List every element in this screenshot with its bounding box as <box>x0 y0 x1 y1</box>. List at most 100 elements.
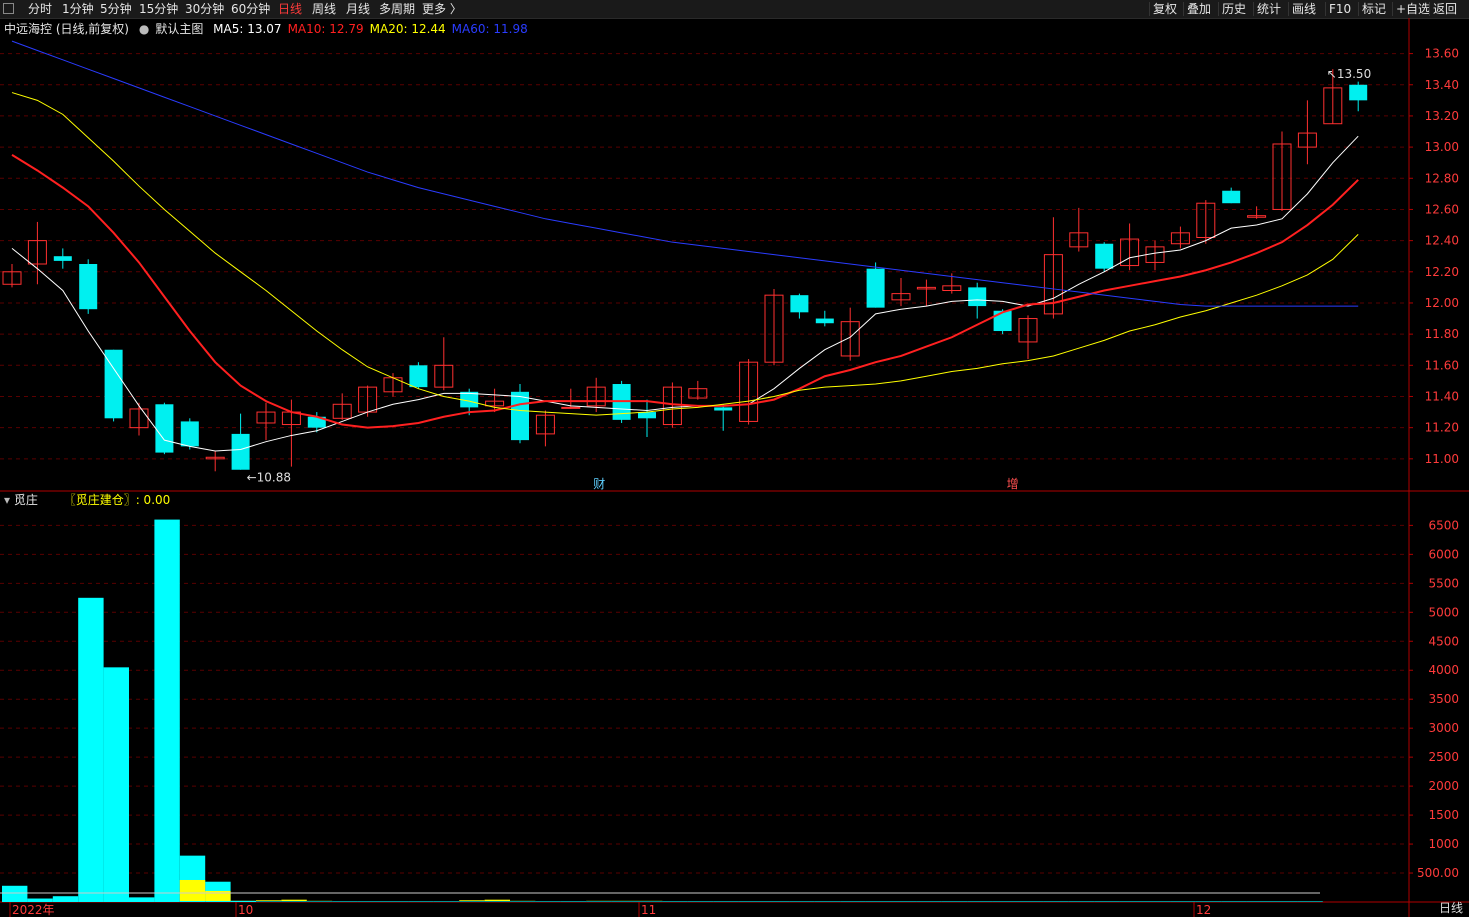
candle-body-down <box>638 412 656 419</box>
y-tick-label: 12.60 <box>1425 202 1459 216</box>
volume-bar-cyan <box>230 900 256 902</box>
ma-line-MA5 <box>11 135 1359 452</box>
volume-bar-yellow <box>281 899 307 901</box>
y-tick-label: 11.20 <box>1425 421 1459 435</box>
candle-body-down <box>231 433 250 470</box>
x-tick-label: 10 <box>238 903 253 917</box>
volume-bar-cyan <box>281 901 307 902</box>
y-tick-label: 13.20 <box>1425 109 1459 123</box>
y-tick-label: 13.40 <box>1425 78 1459 92</box>
candle-body-down <box>968 287 987 307</box>
volume-bar-cyan <box>383 901 409 902</box>
volume-bar-cyan <box>1246 901 1272 902</box>
volume-bar-cyan <box>1119 901 1145 902</box>
candle-body-down <box>180 421 199 447</box>
volume-bar-cyan <box>1272 901 1298 902</box>
volume-bar-cyan <box>1094 901 1120 902</box>
volume-bar-cyan <box>738 901 764 902</box>
candle-body-down <box>993 310 1012 332</box>
candle-body-down <box>1222 190 1241 204</box>
volume-bar-cyan <box>941 901 968 902</box>
volume-bar-cyan <box>484 901 510 902</box>
candle-body-down <box>815 318 834 324</box>
low-price-label: ←10.88 <box>247 471 291 485</box>
candle-body-down <box>714 407 733 411</box>
y-tick-label: 5000 <box>1428 605 1459 619</box>
volume-bar-cyan <box>1221 901 1247 902</box>
volume-bar-cyan <box>814 901 841 902</box>
candle-body-up <box>561 406 581 409</box>
volume-bar-cyan <box>611 901 637 902</box>
period-indicator: 日线 <box>1438 901 1463 915</box>
ma-line-MA10 <box>11 154 1359 429</box>
candle-body-down <box>1349 84 1368 101</box>
volume-bar-cyan <box>510 901 536 902</box>
volume-bar-cyan <box>1018 901 1044 902</box>
volume-bar-cyan <box>1195 901 1222 902</box>
candle-body-down <box>790 295 809 313</box>
y-tick-label: 6000 <box>1428 547 1459 561</box>
volume-bar-cyan <box>27 898 53 902</box>
volume-bar-cyan <box>1043 901 1069 902</box>
y-tick-label: 2000 <box>1428 779 1459 793</box>
volume-bar-cyan <box>154 519 180 902</box>
y-tick-label: 6500 <box>1428 518 1459 532</box>
x-tick-label: 2022年 <box>12 903 55 917</box>
volume-bar-cyan <box>433 901 460 902</box>
volume-bar-cyan <box>103 667 129 902</box>
ma-line-MA20 <box>11 92 1359 416</box>
y-tick-label: 11.40 <box>1425 389 1459 403</box>
volume-bar-cyan <box>459 901 485 902</box>
volume-bar-cyan <box>1170 901 1196 902</box>
volume-bar-cyan <box>535 901 561 902</box>
y-tick-label: 13.00 <box>1425 140 1459 154</box>
candle-body-down <box>866 268 885 308</box>
x-tick-label: 12 <box>1196 903 1211 917</box>
y-tick-label: 2500 <box>1428 750 1459 764</box>
high-price-label: ↖13.50 <box>1327 67 1371 81</box>
volume-bar-cyan <box>967 901 993 902</box>
y-tick-label: 13.60 <box>1425 47 1459 61</box>
volume-bar-cyan <box>2 885 28 902</box>
candle-body-down <box>155 404 174 453</box>
volume-bar-cyan <box>1297 901 1323 902</box>
volume-bar-cyan <box>408 901 434 902</box>
volume-bar-cyan <box>129 897 155 902</box>
y-tick-label: 5500 <box>1428 576 1459 590</box>
y-tick-label: 12.40 <box>1425 234 1459 248</box>
volume-bar-cyan <box>78 597 104 902</box>
x-tick-label: 11 <box>641 903 656 917</box>
event-cai-marker[interactable]: 财 <box>593 477 605 491</box>
y-tick-label: 11.00 <box>1425 452 1459 466</box>
volume-bar-cyan <box>865 901 891 902</box>
volume-bar-cyan <box>52 896 79 902</box>
candle-body-down <box>79 264 98 310</box>
y-tick-label: 12.80 <box>1425 171 1459 185</box>
volume-bar-yellow <box>484 899 510 901</box>
volume-bar-cyan <box>687 901 714 902</box>
volume-bar-yellow <box>256 900 282 901</box>
candle-body-down <box>1095 243 1114 269</box>
y-tick-label: 12.20 <box>1425 265 1459 279</box>
y-tick-label: 4000 <box>1428 663 1459 677</box>
y-tick-label: 3500 <box>1428 692 1459 706</box>
volume-bar-cyan <box>306 901 333 902</box>
volume-bar-cyan <box>992 901 1018 902</box>
y-tick-label: 12.00 <box>1425 296 1459 310</box>
ma-line-MA60 <box>11 40 1359 307</box>
volume-bar-cyan <box>916 901 942 902</box>
event-zeng-marker[interactable]: 增 <box>1007 477 1019 491</box>
volume-bar-cyan <box>1068 901 1095 902</box>
y-tick-label: 3000 <box>1428 721 1459 735</box>
stock-chart-canvas[interactable]: 13.60 13.40 13.20 13.00 12.80 12.60 12.40 12.20… <box>0 0 1469 917</box>
volume-bar-cyan <box>891 901 917 902</box>
volume-bar-cyan <box>1145 901 1171 902</box>
volume-bar-cyan <box>789 901 815 902</box>
y-tick-label: 1500 <box>1428 808 1459 822</box>
y-tick-label: 11.80 <box>1425 327 1459 341</box>
volume-bar-cyan <box>764 901 790 902</box>
volume-bar-cyan <box>662 901 688 902</box>
y-tick-label: 500.00 <box>1417 866 1459 880</box>
y-tick-label: 1000 <box>1428 837 1459 851</box>
volume-bar-yellow <box>179 879 206 901</box>
